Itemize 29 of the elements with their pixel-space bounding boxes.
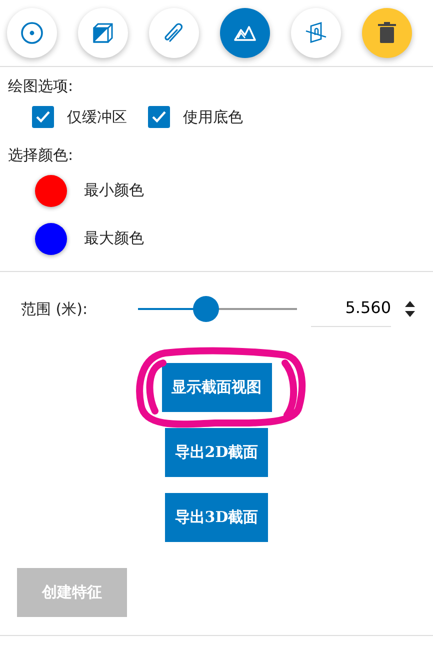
checkbox-label: 使用底色 [183,106,243,128]
checkmark-icon [35,108,51,125]
action-button[interactable]: 导出3D截面 [164,492,268,542]
slider-thumb[interactable] [193,296,220,322]
number-field[interactable]: 5.560 [311,292,391,326]
tool-button[interactable] [149,8,199,58]
delete-button[interactable] [362,8,412,58]
spinner-icon[interactable] [405,300,415,318]
action-button[interactable]: 显示截面视图 [162,362,272,412]
tool-button[interactable] [78,8,128,58]
action-button[interactable]: 导出2D截面 [164,428,268,476]
checkbox[interactable] [32,106,54,128]
tool-button[interactable] [291,8,341,58]
trash-icon [375,21,399,45]
color-label: 最小颜色 [84,180,144,202]
section-label: 选择颜色: [8,145,74,166]
checkmark-icon [151,108,167,125]
cube-icon [91,21,115,45]
point-target-icon [20,21,44,45]
range-label: 范围 (米): [21,298,89,320]
tool-button[interactable] [7,8,57,58]
tool-button[interactable] [220,8,270,58]
checkbox-label: 仅缓冲区 [67,106,127,128]
color-swatch[interactable] [35,222,67,254]
section-label: 绘图选项: [8,76,74,97]
color-swatch[interactable] [35,174,67,206]
color-label: 最大颜色 [84,228,144,250]
crossed-plane-icon [304,21,328,45]
checkbox[interactable] [148,106,170,128]
